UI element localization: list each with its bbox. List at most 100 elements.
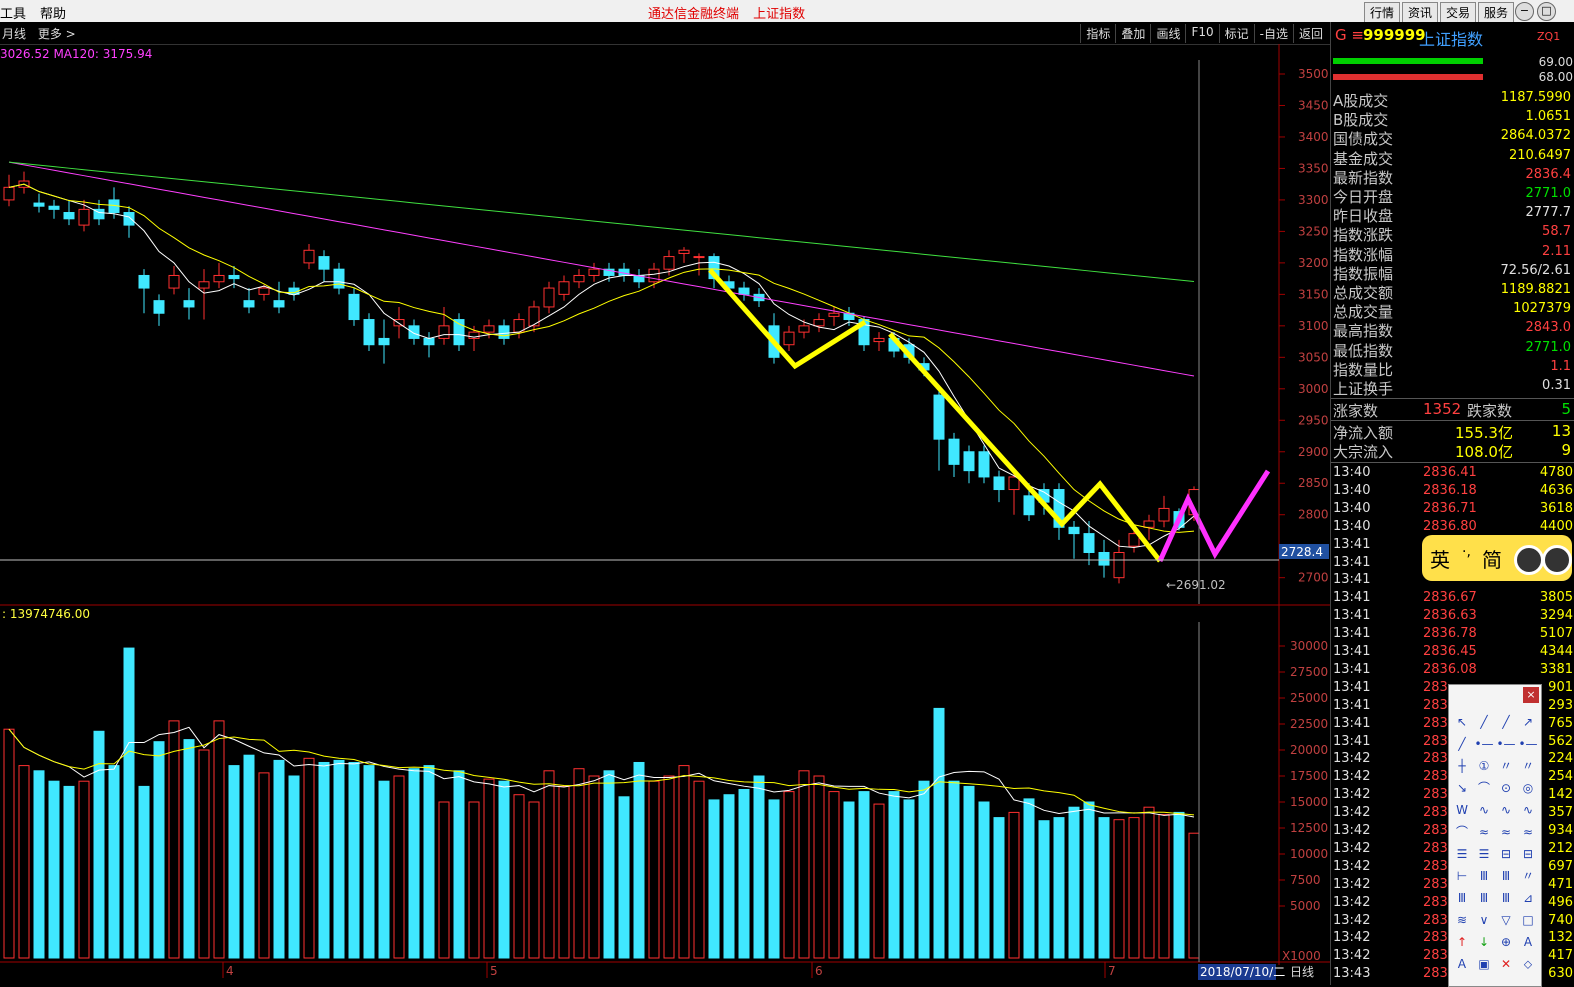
draw-tool-icon[interactable]: •—: [1517, 733, 1539, 755]
draw-button[interactable]: 画线: [1150, 24, 1185, 43]
kline-chart[interactable]: 3026.52 MA120: 3175.94 : 13974746.00 350…: [0, 44, 1330, 985]
draw-tool-icon[interactable]: W: [1451, 799, 1473, 821]
draw-tool-icon[interactable]: 〃: [1517, 865, 1539, 887]
draw-tool-icon[interactable]: ∨: [1473, 909, 1495, 931]
menu-help[interactable]: 帮助: [40, 3, 66, 22]
top-buttons: 行情 资讯 交易 服务: [1363, 2, 1514, 23]
draw-tool-icon[interactable]: ①: [1473, 755, 1495, 777]
volume-bar: [183, 739, 195, 959]
draw-tool-icon[interactable]: ≈: [1517, 821, 1539, 843]
draw-tool-icon[interactable]: Ⅲ: [1495, 865, 1517, 887]
volume-bar: [228, 765, 240, 959]
quote-value: 2843.0: [1525, 320, 1572, 336]
volume-bar: [138, 785, 150, 959]
draw-tool-icon[interactable]: ∿: [1473, 799, 1495, 821]
news-button[interactable]: 资讯: [1401, 2, 1438, 23]
draw-tool-icon[interactable]: Ⅲ: [1451, 887, 1473, 909]
low-marker: ←2691.02: [1166, 578, 1226, 592]
draw-tool-icon[interactable]: ∿: [1517, 799, 1539, 821]
volume-tick-label: 10000: [1290, 847, 1328, 861]
period-selector[interactable]: 月线: [2, 27, 26, 41]
candle-body: [498, 325, 510, 339]
draw-tool-icon[interactable]: ↖: [1451, 711, 1473, 733]
quote-value: 1027379: [1513, 301, 1571, 317]
draw-tool-icon[interactable]: ⊟: [1517, 843, 1539, 865]
draw-tool-icon[interactable]: ∿: [1495, 799, 1517, 821]
quote-row: 指数振幅 72.56/2.61: [1333, 263, 1573, 283]
panel-tag: ZQ1: [1537, 30, 1561, 43]
draw-tool-icon[interactable]: ⊢: [1451, 865, 1473, 887]
ime-punct[interactable]: ·,: [1462, 544, 1471, 560]
draw-tool-icon[interactable]: ⌒: [1473, 777, 1495, 799]
draw-tool-icon[interactable]: ╱: [1451, 733, 1473, 755]
draw-tool-icon[interactable]: ↘: [1451, 777, 1473, 799]
mark-button[interactable]: 标记: [1218, 24, 1254, 43]
quote-label: 总成交额: [1333, 284, 1394, 302]
draw-tool-icon[interactable]: ⊟: [1495, 843, 1517, 865]
chart-buttons: 指标 叠加 画线 F10 标记 -自选 返回: [1080, 24, 1328, 43]
draw-tool-icon[interactable]: ◎: [1517, 777, 1539, 799]
indicator-button[interactable]: 指标: [1080, 24, 1115, 43]
draw-tool-icon[interactable]: Ⅲ: [1473, 887, 1495, 909]
price-tick-label: 3050: [1298, 350, 1329, 364]
trade-button[interactable]: 交易: [1439, 2, 1476, 23]
tick-p: 283: [1423, 858, 1448, 874]
draw-tool-icon[interactable]: 〃: [1517, 755, 1539, 777]
draw-tool-icon[interactable]: •—: [1473, 733, 1495, 755]
volume-bar: [648, 780, 660, 959]
tick-t: 13:41: [1333, 644, 1371, 659]
overlay-button[interactable]: 叠加: [1115, 24, 1150, 43]
draw-tool-icon[interactable]: ☰: [1451, 843, 1473, 865]
draw-tool-icon[interactable]: A: [1517, 931, 1539, 953]
draw-tool-icon[interactable]: ┼: [1451, 755, 1473, 777]
more-button[interactable]: 更多 >: [38, 27, 76, 41]
draw-tool-icon[interactable]: ↓: [1473, 931, 1495, 953]
draw-tool-icon[interactable]: ⬦: [1517, 953, 1539, 975]
draw-tool-icon[interactable]: Ａ: [1451, 953, 1473, 975]
tick-v: 224: [1548, 751, 1573, 767]
draw-tool-icon[interactable]: ▽: [1495, 909, 1517, 931]
ime-toolbar[interactable]: 英 ·, 简: [1422, 535, 1572, 581]
draw-tool-icon[interactable]: ≋: [1451, 909, 1473, 931]
draw-tool-icon[interactable]: ≈: [1495, 821, 1517, 843]
quote-label: B股成交: [1333, 111, 1389, 130]
maximize-icon[interactable]: □: [1537, 2, 1556, 21]
draw-tool-icon[interactable]: Ⅲ: [1473, 865, 1495, 887]
draw-tool-icon[interactable]: ≈: [1473, 821, 1495, 843]
price-tick-label: 3150: [1298, 287, 1329, 301]
drawing-tools-palette[interactable]: × ↖ ╱ ╱ ↗ ╱ •— •— •— ┼ ① 〃〃 ↘ ⌒ ⊙ ◎ W ∿ ∿ ∿ ⌒ ≈ ≈ ≈ ☰ ☰ ⊟ ⊟ ⊢ Ⅲ Ⅲ 〃 Ⅲ Ⅲ Ⅲ…: [1448, 684, 1542, 987]
draw-tool-icon[interactable]: ⌒: [1451, 821, 1473, 843]
draw-tool-icon[interactable]: •—: [1495, 733, 1517, 755]
draw-tool-icon[interactable]: ✕: [1495, 953, 1517, 975]
f10-button[interactable]: F10: [1185, 24, 1218, 43]
draw-tool-icon[interactable]: ⊕: [1495, 931, 1517, 953]
candle-body: [993, 476, 1005, 491]
candle-body: [318, 256, 330, 270]
tick-p: 283: [1423, 787, 1448, 803]
service-button[interactable]: 服务: [1477, 2, 1514, 23]
draw-tool-icon[interactable]: ⊙: [1495, 777, 1517, 799]
quote-label: 最低指数: [1333, 341, 1394, 360]
draw-tool-icon[interactable]: ╱: [1495, 711, 1517, 733]
draw-tool-icon[interactable]: ⊿: [1517, 887, 1539, 909]
menu-tools[interactable]: 工具: [0, 3, 26, 22]
tick-p: 283: [1423, 823, 1448, 838]
candle-body: [408, 325, 420, 339]
back-button[interactable]: 返回: [1292, 24, 1328, 43]
close-icon[interactable]: ×: [1523, 687, 1539, 703]
quote-row: 昨日收盘 2777.7: [1333, 205, 1573, 225]
ime-lang[interactable]: 英: [1430, 544, 1450, 573]
price-tick-label: 3300: [1298, 193, 1329, 207]
draw-tool-icon[interactable]: ╱: [1473, 711, 1495, 733]
draw-tool-icon[interactable]: ↑: [1451, 931, 1473, 953]
draw-tool-icon[interactable]: ↗: [1517, 711, 1539, 733]
draw-tool-icon[interactable]: 〃: [1495, 755, 1517, 777]
watchlist-button[interactable]: -自选: [1253, 24, 1293, 43]
draw-tool-icon[interactable]: Ⅲ: [1495, 887, 1517, 909]
draw-tool-icon[interactable]: ☰: [1473, 843, 1495, 865]
market-button[interactable]: 行情: [1363, 2, 1400, 23]
draw-tool-icon[interactable]: □: [1517, 909, 1539, 931]
draw-tool-icon[interactable]: ▣: [1473, 953, 1495, 975]
ime-script[interactable]: 简: [1482, 544, 1502, 573]
minimize-icon[interactable]: −: [1515, 2, 1534, 21]
